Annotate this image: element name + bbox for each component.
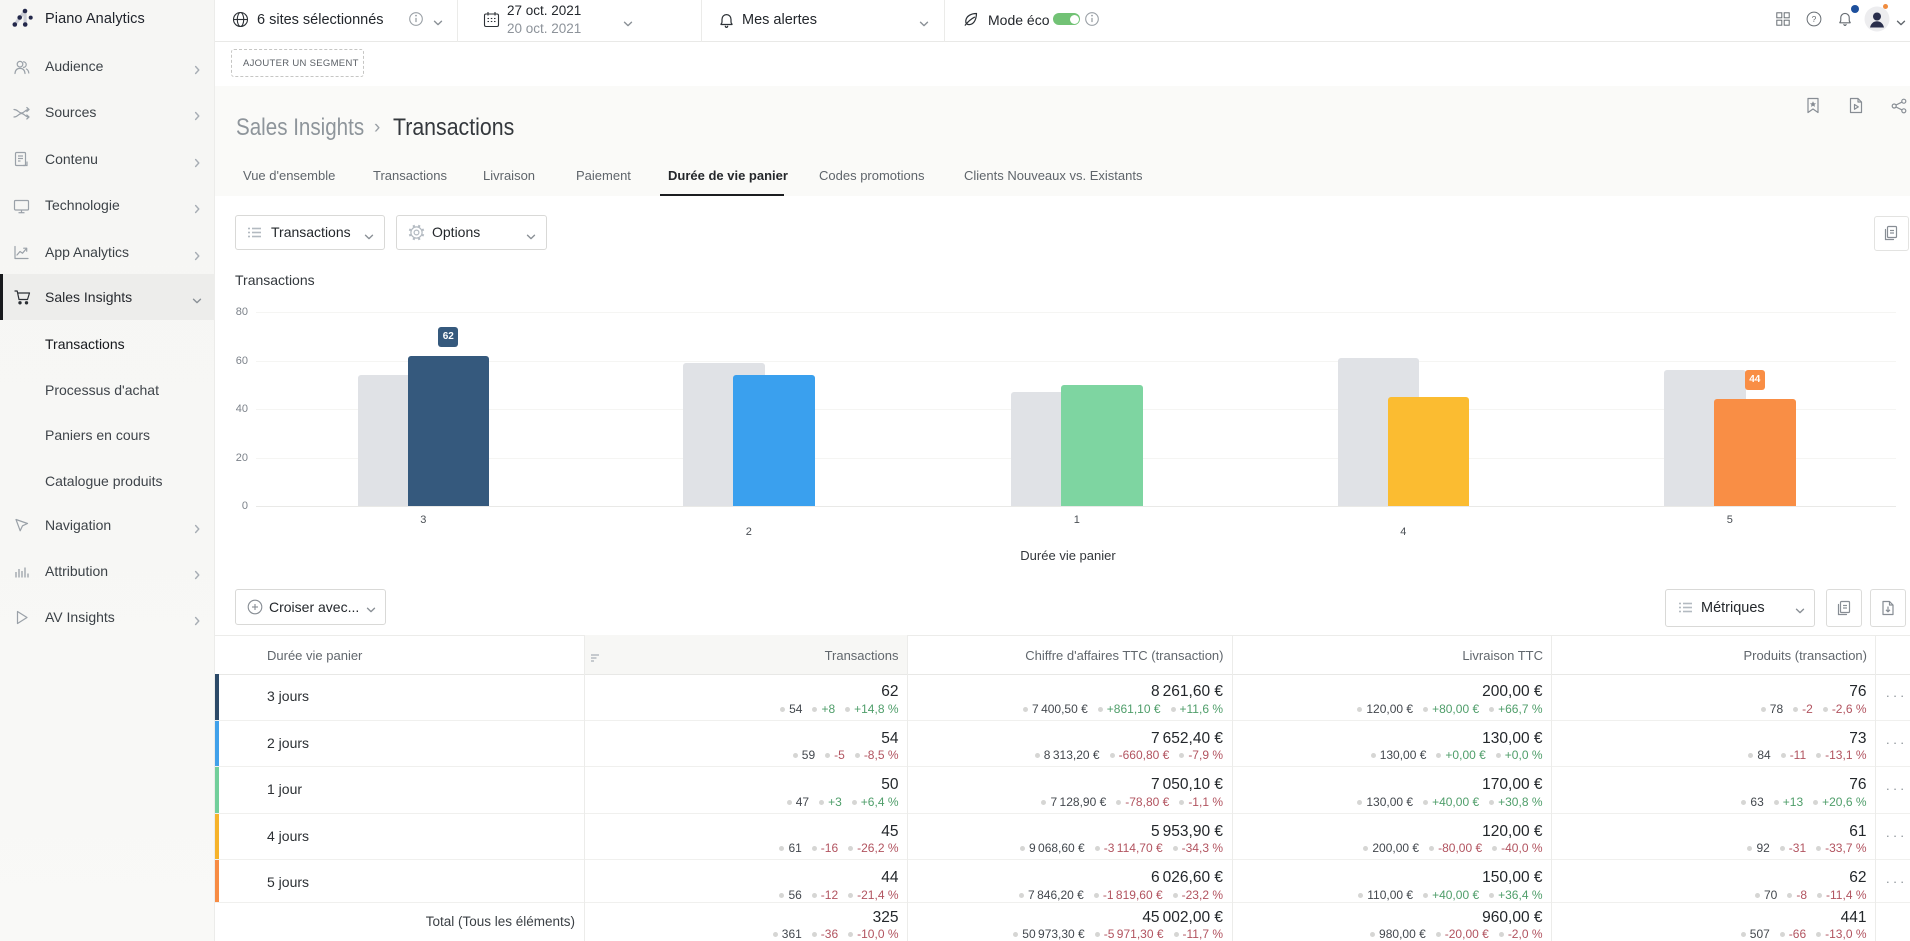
svg-text:?: ?	[1812, 14, 1817, 24]
